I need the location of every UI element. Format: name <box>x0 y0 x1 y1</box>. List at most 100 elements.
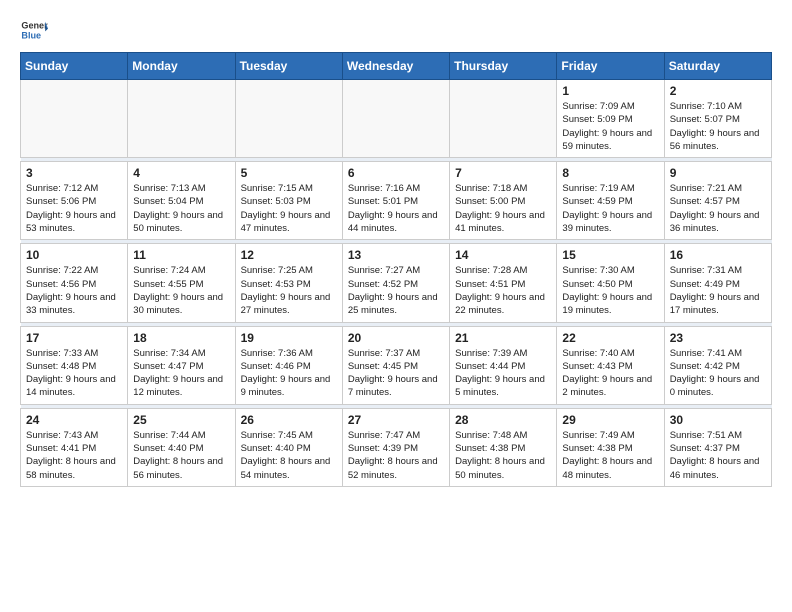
calendar-cell: 19 Sunrise: 7:36 AMSunset: 4:46 PMDayligh… <box>235 326 342 404</box>
day-info: Sunrise: 7:47 AMSunset: 4:39 PMDaylight:… <box>348 429 444 482</box>
day-number: 22 <box>562 331 658 345</box>
day-info: Sunrise: 7:43 AMSunset: 4:41 PMDaylight:… <box>26 429 122 482</box>
day-number: 29 <box>562 413 658 427</box>
day-number: 28 <box>455 413 551 427</box>
day-info: Sunrise: 7:22 AMSunset: 4:56 PMDaylight:… <box>26 264 122 317</box>
calendar-cell: 29Sunrise: 7:49 AMSunset: 4:38 PMDayligh… <box>557 408 664 486</box>
day-info: Sunrise: 7:45 AMSunset: 4:40 PMDaylight:… <box>241 429 337 482</box>
calendar-cell: 15Sunrise: 7:30 AMSunset: 4:50 PMDayligh… <box>557 244 664 322</box>
page-header: General Blue <box>20 16 772 44</box>
calendar-cell: 3 Sunrise: 7:12 AMSunset: 5:06 PMDaylight… <box>21 162 128 240</box>
day-number: 19 <box>241 331 337 345</box>
day-number: 9 <box>670 166 766 180</box>
svg-text:Blue: Blue <box>21 30 41 40</box>
day-info: Sunrise: 7:36 AMSunset: 4:46 PMDaylight:… <box>241 347 337 400</box>
day-info: Sunrise: 7:09 AMSunset: 5:09 PMDaylight:… <box>562 100 658 153</box>
calendar-cell: 1 Sunrise: 7:09 AMSunset: 5:09 PMDaylight… <box>557 80 664 158</box>
day-header-monday: Monday <box>128 53 235 80</box>
day-info: Sunrise: 7:34 AMSunset: 4:47 PMDaylight:… <box>133 347 229 400</box>
calendar-cell: 10 Sunrise: 7:22 AMSunset: 4:56 PMDayligh… <box>21 244 128 322</box>
calendar-cell: 8 Sunrise: 7:19 AMSunset: 4:59 PMDaylight… <box>557 162 664 240</box>
day-number: 11 <box>133 248 229 262</box>
day-header-tuesday: Tuesday <box>235 53 342 80</box>
calendar-cell: 7 Sunrise: 7:18 AMSunset: 5:00 PMDaylight… <box>450 162 557 240</box>
logo: General Blue <box>20 16 48 44</box>
day-number: 26 <box>241 413 337 427</box>
day-number: 16 <box>670 248 766 262</box>
calendar-cell: 6 Sunrise: 7:16 AMSunset: 5:01 PMDaylight… <box>342 162 449 240</box>
calendar-cell: 18 Sunrise: 7:34 AMSunset: 4:47 PMDayligh… <box>128 326 235 404</box>
day-number: 20 <box>348 331 444 345</box>
calendar-week-row: 17Sunrise: 7:33 AMSunset: 4:48 PMDayligh… <box>21 326 772 404</box>
day-info: Sunrise: 7:19 AMSunset: 4:59 PMDaylight:… <box>562 182 658 235</box>
day-number: 17 <box>26 331 122 345</box>
day-info: Sunrise: 7:44 AMSunset: 4:40 PMDaylight:… <box>133 429 229 482</box>
day-info: Sunrise: 7:12 AMSunset: 5:06 PMDaylight:… <box>26 182 122 235</box>
day-info: Sunrise: 7:41 AMSunset: 4:42 PMDaylight:… <box>670 347 766 400</box>
day-number: 21 <box>455 331 551 345</box>
day-info: Sunrise: 7:30 AMSunset: 4:50 PMDaylight:… <box>562 264 658 317</box>
calendar-cell <box>450 80 557 158</box>
calendar-week-row: 24 Sunrise: 7:43 AMSunset: 4:41 PMDayligh… <box>21 408 772 486</box>
day-info: Sunrise: 7:37 AMSunset: 4:45 PMDaylight:… <box>348 347 444 400</box>
calendar-cell: 25 Sunrise: 7:44 AMSunset: 4:40 PMDayligh… <box>128 408 235 486</box>
day-number: 1 <box>562 84 658 98</box>
day-number: 24 <box>26 413 122 427</box>
calendar-cell: 17Sunrise: 7:33 AMSunset: 4:48 PMDayligh… <box>21 326 128 404</box>
calendar-cell <box>128 80 235 158</box>
day-number: 10 <box>26 248 122 262</box>
day-number: 13 <box>348 248 444 262</box>
day-info: Sunrise: 7:31 AMSunset: 4:49 PMDaylight:… <box>670 264 766 317</box>
day-info: Sunrise: 7:15 AMSunset: 5:03 PMDaylight:… <box>241 182 337 235</box>
day-number: 14 <box>455 248 551 262</box>
day-number: 25 <box>133 413 229 427</box>
day-info: Sunrise: 7:16 AMSunset: 5:01 PMDaylight:… <box>348 182 444 235</box>
day-number: 18 <box>133 331 229 345</box>
day-info: Sunrise: 7:27 AMSunset: 4:52 PMDaylight:… <box>348 264 444 317</box>
day-header-wednesday: Wednesday <box>342 53 449 80</box>
day-info: Sunrise: 7:18 AMSunset: 5:00 PMDaylight:… <box>455 182 551 235</box>
day-number: 4 <box>133 166 229 180</box>
calendar-cell: 30Sunrise: 7:51 AMSunset: 4:37 PMDayligh… <box>664 408 771 486</box>
day-number: 2 <box>670 84 766 98</box>
calendar-cell: 21 Sunrise: 7:39 AMSunset: 4:44 PMDayligh… <box>450 326 557 404</box>
calendar-cell: 22Sunrise: 7:40 AMSunset: 4:43 PMDayligh… <box>557 326 664 404</box>
day-info: Sunrise: 7:25 AMSunset: 4:53 PMDaylight:… <box>241 264 337 317</box>
svg-text:General: General <box>21 21 48 31</box>
calendar-cell: 24 Sunrise: 7:43 AMSunset: 4:41 PMDayligh… <box>21 408 128 486</box>
day-info: Sunrise: 7:48 AMSunset: 4:38 PMDaylight:… <box>455 429 551 482</box>
calendar-cell: 28 Sunrise: 7:48 AMSunset: 4:38 PMDayligh… <box>450 408 557 486</box>
calendar-cell: 27 Sunrise: 7:47 AMSunset: 4:39 PMDayligh… <box>342 408 449 486</box>
day-info: Sunrise: 7:24 AMSunset: 4:55 PMDaylight:… <box>133 264 229 317</box>
day-header-friday: Friday <box>557 53 664 80</box>
calendar-cell: 2 Sunrise: 7:10 AMSunset: 5:07 PMDaylight… <box>664 80 771 158</box>
calendar-cell: 4Sunrise: 7:13 AMSunset: 5:04 PMDaylight… <box>128 162 235 240</box>
logo-icon: General Blue <box>20 16 48 44</box>
calendar-cell: 12 Sunrise: 7:25 AMSunset: 4:53 PMDayligh… <box>235 244 342 322</box>
calendar-cell: 23 Sunrise: 7:41 AMSunset: 4:42 PMDayligh… <box>664 326 771 404</box>
day-number: 23 <box>670 331 766 345</box>
day-number: 7 <box>455 166 551 180</box>
calendar-cell <box>235 80 342 158</box>
day-number: 6 <box>348 166 444 180</box>
calendar-cell: 11 Sunrise: 7:24 AMSunset: 4:55 PMDayligh… <box>128 244 235 322</box>
day-info: Sunrise: 7:10 AMSunset: 5:07 PMDaylight:… <box>670 100 766 153</box>
day-number: 8 <box>562 166 658 180</box>
calendar-cell: 26 Sunrise: 7:45 AMSunset: 4:40 PMDayligh… <box>235 408 342 486</box>
calendar-week-row: 1 Sunrise: 7:09 AMSunset: 5:09 PMDaylight… <box>21 80 772 158</box>
day-number: 30 <box>670 413 766 427</box>
day-info: Sunrise: 7:39 AMSunset: 4:44 PMDaylight:… <box>455 347 551 400</box>
calendar-cell: 5 Sunrise: 7:15 AMSunset: 5:03 PMDaylight… <box>235 162 342 240</box>
calendar-cell: 14 Sunrise: 7:28 AMSunset: 4:51 PMDayligh… <box>450 244 557 322</box>
calendar-week-row: 3 Sunrise: 7:12 AMSunset: 5:06 PMDaylight… <box>21 162 772 240</box>
day-number: 27 <box>348 413 444 427</box>
calendar-cell: 16 Sunrise: 7:31 AMSunset: 4:49 PMDayligh… <box>664 244 771 322</box>
day-header-thursday: Thursday <box>450 53 557 80</box>
day-number: 5 <box>241 166 337 180</box>
day-number: 3 <box>26 166 122 180</box>
day-number: 12 <box>241 248 337 262</box>
calendar-week-row: 10 Sunrise: 7:22 AMSunset: 4:56 PMDayligh… <box>21 244 772 322</box>
calendar-cell <box>21 80 128 158</box>
day-info: Sunrise: 7:28 AMSunset: 4:51 PMDaylight:… <box>455 264 551 317</box>
day-info: Sunrise: 7:21 AMSunset: 4:57 PMDaylight:… <box>670 182 766 235</box>
